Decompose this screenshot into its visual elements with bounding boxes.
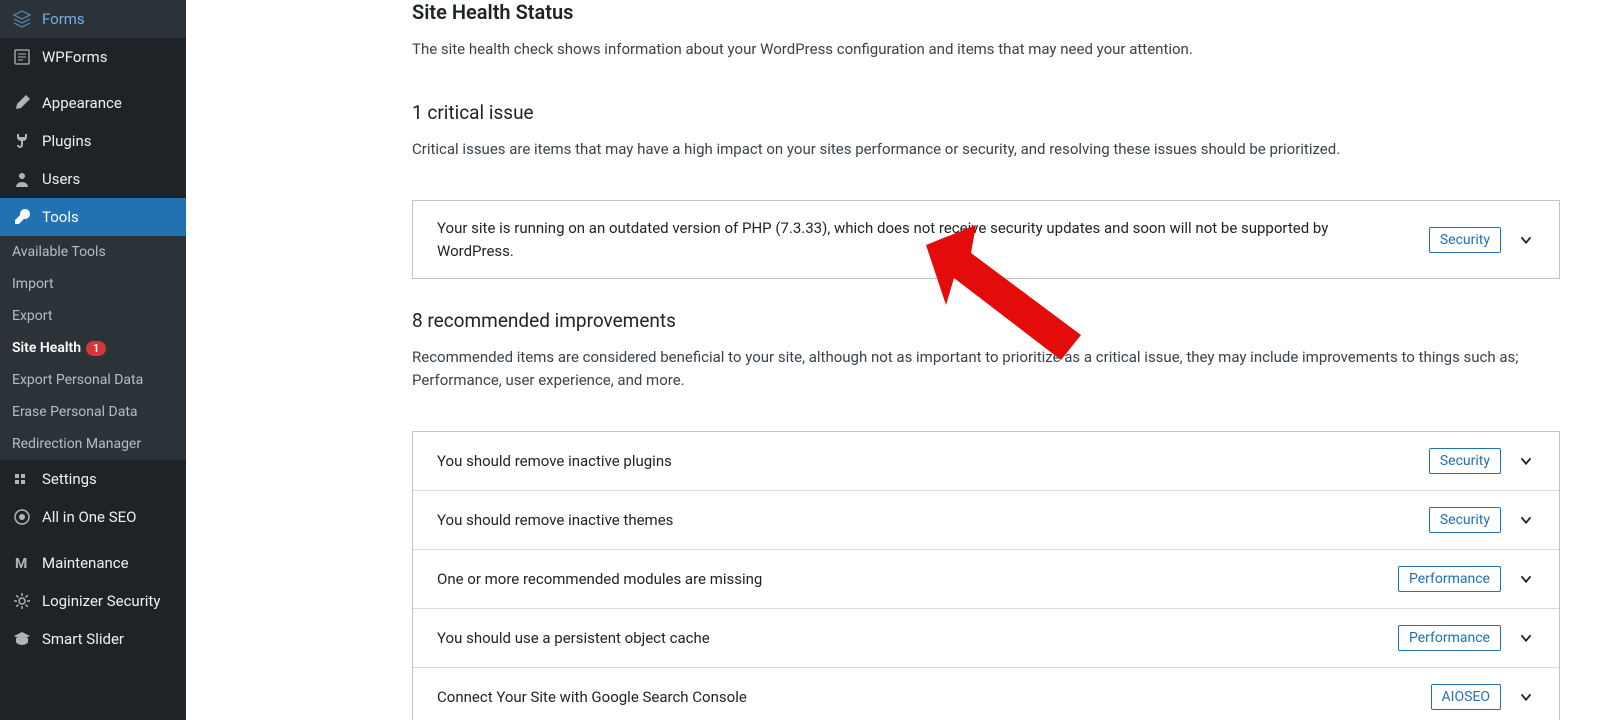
- issue-text: You should remove inactive plugins: [437, 450, 1429, 473]
- menu-label: Smart Slider: [42, 630, 124, 648]
- sidebar-item-forms[interactable]: Forms: [0, 0, 186, 38]
- issue-text: Connect Your Site with Google Search Con…: [437, 686, 1431, 709]
- issue-tag: Performance: [1398, 566, 1501, 592]
- chevron-down-icon: [1517, 452, 1535, 470]
- sidebar-item-aioseo[interactable]: All in One SEO: [0, 498, 186, 536]
- submenu-erase-personal[interactable]: Erase Personal Data: [0, 396, 186, 428]
- chevron-down-icon: [1517, 570, 1535, 588]
- menu-label: Users: [42, 170, 80, 188]
- menu-label: WPForms: [42, 48, 107, 66]
- chevron-down-icon: [1517, 511, 1535, 529]
- menu-label: Settings: [42, 470, 97, 488]
- issue-text: You should remove inactive themes: [437, 509, 1429, 532]
- page-description: The site health check shows information …: [412, 38, 1560, 61]
- critical-issues-list: Your site is running on an outdated vers…: [412, 200, 1560, 279]
- page-title: Site Health Status: [412, 0, 1560, 24]
- submenu-export[interactable]: Export: [0, 300, 186, 332]
- issue-text: Your site is running on an outdated vers…: [437, 217, 1429, 262]
- sidebar-item-smart-slider[interactable]: Smart Slider: [0, 620, 186, 658]
- menu-label: Appearance: [42, 94, 122, 112]
- issue-row[interactable]: One or more recommended modules are miss…: [413, 549, 1559, 608]
- issue-row[interactable]: You should remove inactive plugins Secur…: [413, 432, 1559, 490]
- menu-label: Loginizer Security: [42, 592, 160, 610]
- menu-label: Forms: [42, 10, 85, 28]
- issue-row[interactable]: You should remove inactive themes Securi…: [413, 490, 1559, 549]
- forms-icon: [12, 9, 32, 29]
- menu-label: All in One SEO: [42, 508, 136, 526]
- submenu-site-health[interactable]: Site Health 1: [0, 332, 186, 364]
- admin-sidebar: Forms WPForms Appearance Plugins Users T…: [0, 0, 186, 720]
- main-content: Site Health Status The site health check…: [186, 0, 1600, 720]
- issue-tag: Performance: [1398, 625, 1501, 651]
- critical-heading: 1 critical issue: [412, 101, 1560, 124]
- submenu-import[interactable]: Import: [0, 268, 186, 300]
- settings-icon: [12, 469, 32, 489]
- issue-row[interactable]: Your site is running on an outdated vers…: [413, 201, 1559, 278]
- wrench-icon: [12, 207, 32, 227]
- menu-label: Maintenance: [42, 554, 129, 572]
- gear-icon: [12, 591, 32, 611]
- sidebar-item-wpforms[interactable]: WPForms: [0, 38, 186, 76]
- tools-submenu: Available Tools Import Export Site Healt…: [0, 236, 186, 460]
- user-icon: [12, 169, 32, 189]
- sidebar-item-appearance[interactable]: Appearance: [0, 84, 186, 122]
- submenu-redirection[interactable]: Redirection Manager: [0, 428, 186, 460]
- issue-row[interactable]: Connect Your Site with Google Search Con…: [413, 667, 1559, 720]
- maint-icon: M: [12, 553, 32, 573]
- recommended-issues-list: You should remove inactive plugins Secur…: [412, 431, 1560, 720]
- sidebar-item-tools[interactable]: Tools: [0, 198, 186, 236]
- sidebar-item-maintenance[interactable]: M Maintenance: [0, 544, 186, 582]
- sidebar-item-settings[interactable]: Settings: [0, 460, 186, 498]
- cap-icon: [12, 629, 32, 649]
- menu-label: Plugins: [42, 132, 91, 150]
- submenu-export-personal[interactable]: Export Personal Data: [0, 364, 186, 396]
- recommended-description: Recommended items are considered benefic…: [412, 346, 1560, 391]
- recommended-heading: 8 recommended improvements: [412, 309, 1560, 332]
- issue-tag: Security: [1429, 448, 1501, 474]
- chevron-down-icon: [1517, 688, 1535, 706]
- issue-text: One or more recommended modules are miss…: [437, 568, 1398, 591]
- issue-tag-security: Security: [1429, 227, 1501, 253]
- aioseo-icon: [12, 507, 32, 527]
- issue-tag: AIOSEO: [1431, 684, 1501, 710]
- submenu-available-tools[interactable]: Available Tools: [0, 236, 186, 268]
- sidebar-item-plugins[interactable]: Plugins: [0, 122, 186, 160]
- brush-icon: [12, 93, 32, 113]
- plug-icon: [12, 131, 32, 151]
- chevron-down-icon: [1517, 629, 1535, 647]
- sidebar-item-users[interactable]: Users: [0, 160, 186, 198]
- critical-description: Critical issues are items that may have …: [412, 138, 1560, 161]
- issue-row[interactable]: You should use a persistent object cache…: [413, 608, 1559, 667]
- issue-text: You should use a persistent object cache: [437, 627, 1398, 650]
- issue-tag: Security: [1429, 507, 1501, 533]
- badge-count: 1: [86, 341, 106, 356]
- menu-label: Tools: [42, 208, 79, 226]
- wpforms-icon: [12, 47, 32, 67]
- svg-text:M: M: [15, 556, 27, 572]
- sidebar-item-loginizer[interactable]: Loginizer Security: [0, 582, 186, 620]
- chevron-down-icon: [1517, 231, 1535, 249]
